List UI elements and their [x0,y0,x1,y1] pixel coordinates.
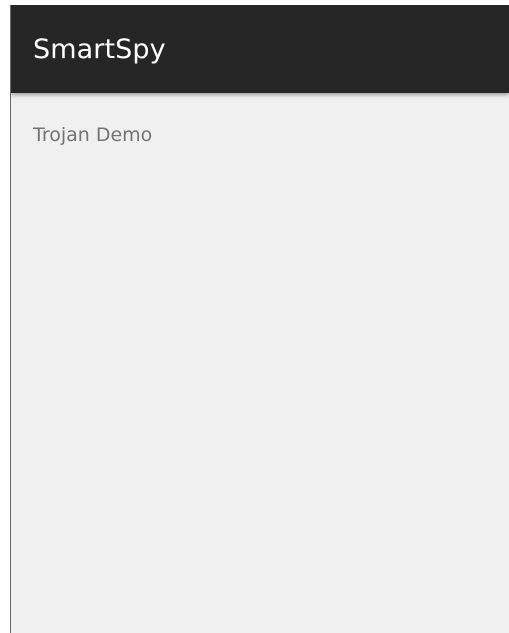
app-bar: SmartSpy [11,5,509,93]
app-title: SmartSpy [33,34,166,65]
app-window: SmartSpy Trojan Demo [10,5,509,633]
main-text: Trojan Demo [33,124,153,146]
main-content: Trojan Demo [11,93,509,633]
